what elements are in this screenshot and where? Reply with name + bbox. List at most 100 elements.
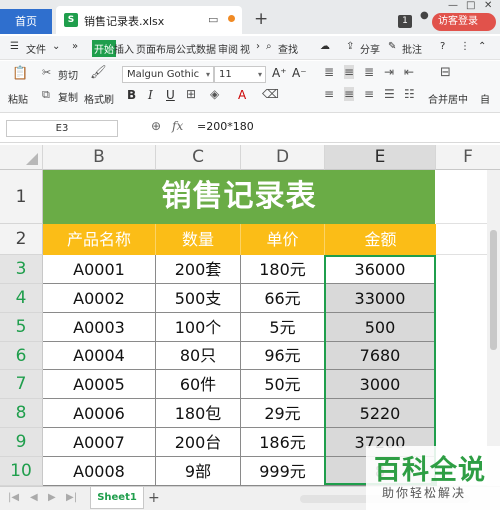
cell-c8[interactable]: 180包 [156,399,241,428]
merge-center-button[interactable]: 合并居中 [428,91,468,106]
visitor-login-button[interactable]: 访客登录 [432,13,496,31]
cell-f2[interactable] [436,224,487,255]
cell-e3-active[interactable]: 36000 [325,255,436,284]
row-header-3[interactable]: 3 [0,255,43,284]
row-header-5[interactable]: 5 [0,313,43,342]
row-header-9[interactable]: 9 [0,428,43,457]
maximize-button[interactable]: □ [466,0,475,11]
increase-font-button[interactable]: A⁺ [272,66,287,80]
cell-d5[interactable]: 5元 [241,313,325,342]
menu-tab-data[interactable]: 数据 [196,41,216,56]
close-button[interactable]: ✕ [484,0,492,11]
column-header-f[interactable]: F [436,145,500,170]
header-cell-price[interactable]: 单价 [241,224,325,255]
indent-icon[interactable]: ⇥ [384,65,394,79]
menu-tab-page-layout[interactable]: 页面布局 [136,41,176,56]
cell-b3[interactable]: A0001 [43,255,156,284]
header-cell-quantity[interactable]: 数量 [156,224,241,255]
cell-e8[interactable]: 5220 [325,399,436,428]
new-tab-button[interactable]: + [254,9,268,29]
menu-tab-home[interactable]: 开始 [92,40,116,57]
first-sheet-icon[interactable]: |◀ [8,492,19,503]
underline-button[interactable]: U [166,88,175,102]
cell-b4[interactable]: A0002 [43,284,156,313]
cell-c3[interactable]: 200套 [156,255,241,284]
distribute-icon[interactable]: ☷ [404,87,415,101]
add-sheet-button[interactable]: + [148,490,160,506]
decrease-font-button[interactable]: A⁻ [292,66,307,80]
cell-c10[interactable]: 9部 [156,457,241,486]
collapse-ribbon-icon[interactable]: ⌃ [478,41,486,52]
header-cell-product[interactable]: 产品名称 [43,224,156,255]
cut-button[interactable]: 剪切 [58,67,78,82]
copy-button[interactable]: 复制 [58,89,78,104]
outdent-icon[interactable]: ⇤ [404,65,414,79]
fx-icon[interactable]: fx [172,119,183,133]
row-header-1[interactable]: 1 [0,170,43,224]
monitor-icon[interactable]: ▭ [208,13,218,26]
column-header-b[interactable]: B [43,145,156,170]
vertical-scrollbar-thumb[interactable] [490,230,497,350]
align-top-icon[interactable]: ≣ [324,65,334,79]
cell-f1[interactable] [436,170,487,224]
menu-share[interactable]: 分享 [360,41,380,56]
search-icon[interactable]: ⌕ [266,41,272,52]
share-icon[interactable]: ⇪ [346,41,354,52]
more-options-icon[interactable]: ⋮ [460,41,470,52]
row-header-2[interactable]: 2 [0,224,43,255]
cell-b10[interactable]: A0008 [43,457,156,486]
cell-b9[interactable]: A0007 [43,428,156,457]
document-tab[interactable]: S 销售记录表.xlsx ▭ [56,6,242,34]
column-header-c[interactable]: C [156,145,241,170]
name-box[interactable]: E3 [6,120,118,137]
align-center-icon[interactable]: ≡ [344,87,355,101]
menu-more-icon[interactable]: » [72,41,78,52]
bold-button[interactable]: B [127,88,136,102]
header-cell-amount[interactable]: 金额 [325,224,436,255]
cell-b5[interactable]: A0003 [43,313,156,342]
row-header-8[interactable]: 8 [0,399,43,428]
last-sheet-icon[interactable]: ▶| [66,492,77,503]
cell-c9[interactable]: 200台 [156,428,241,457]
column-header-d[interactable]: D [241,145,325,170]
align-left-icon[interactable]: ≡ [324,87,334,101]
cell-d4[interactable]: 66元 [241,284,325,313]
italic-button[interactable]: I [148,88,153,102]
cell-d9[interactable]: 186元 [241,428,325,457]
cell-d6[interactable]: 96元 [241,342,325,370]
merge-cells-icon[interactable]: ⊟ [440,65,451,80]
auto-wrap-button[interactable]: 自 [480,91,490,106]
format-painter-button[interactable]: 格式刷 [84,91,114,106]
cell-d8[interactable]: 29元 [241,399,325,428]
menu-tab-review[interactable]: 审阅 [218,41,238,56]
cloud-icon[interactable]: ☁ [320,41,330,52]
justify-icon[interactable]: ☰ [384,87,395,101]
cell-c5[interactable]: 100个 [156,313,241,342]
menu-tab-insert[interactable]: 插入 [114,41,134,56]
formula-input[interactable]: =200*180 [197,120,254,133]
align-right-icon[interactable]: ≡ [364,87,374,101]
help-icon[interactable]: ? [440,41,445,52]
table-title-cell[interactable]: 销售记录表 [43,170,435,224]
format-painter-icon[interactable]: 🖌 [90,65,107,80]
cell-b6[interactable]: A0004 [43,342,156,370]
comment-icon[interactable]: ✎ [388,41,396,52]
cell-d7[interactable]: 50元 [241,370,325,399]
home-tab[interactable]: 首页 [0,9,52,34]
font-name-select[interactable]: Malgun Gothic ▾ [122,66,214,83]
clear-format-icon[interactable]: ⌫ [262,87,279,101]
border-icon[interactable]: ⊞ [186,87,196,101]
row-header-6[interactable]: 6 [0,342,43,370]
paste-button[interactable]: 粘贴 [8,91,28,106]
cell-c7[interactable]: 60件 [156,370,241,399]
cell-c6[interactable]: 80只 [156,342,241,370]
paste-icon[interactable]: 📋 [12,66,28,81]
next-sheet-icon[interactable]: ▶ [48,492,56,503]
vertical-scrollbar[interactable] [487,170,500,486]
font-color-icon[interactable]: A [238,88,246,102]
menu-file[interactable]: 文件 [26,41,46,56]
menu-comment[interactable]: 批注 [402,41,422,56]
cell-b7[interactable]: A0005 [43,370,156,399]
cell-d3[interactable]: 180元 [241,255,325,284]
minimize-button[interactable]: — [448,0,458,11]
